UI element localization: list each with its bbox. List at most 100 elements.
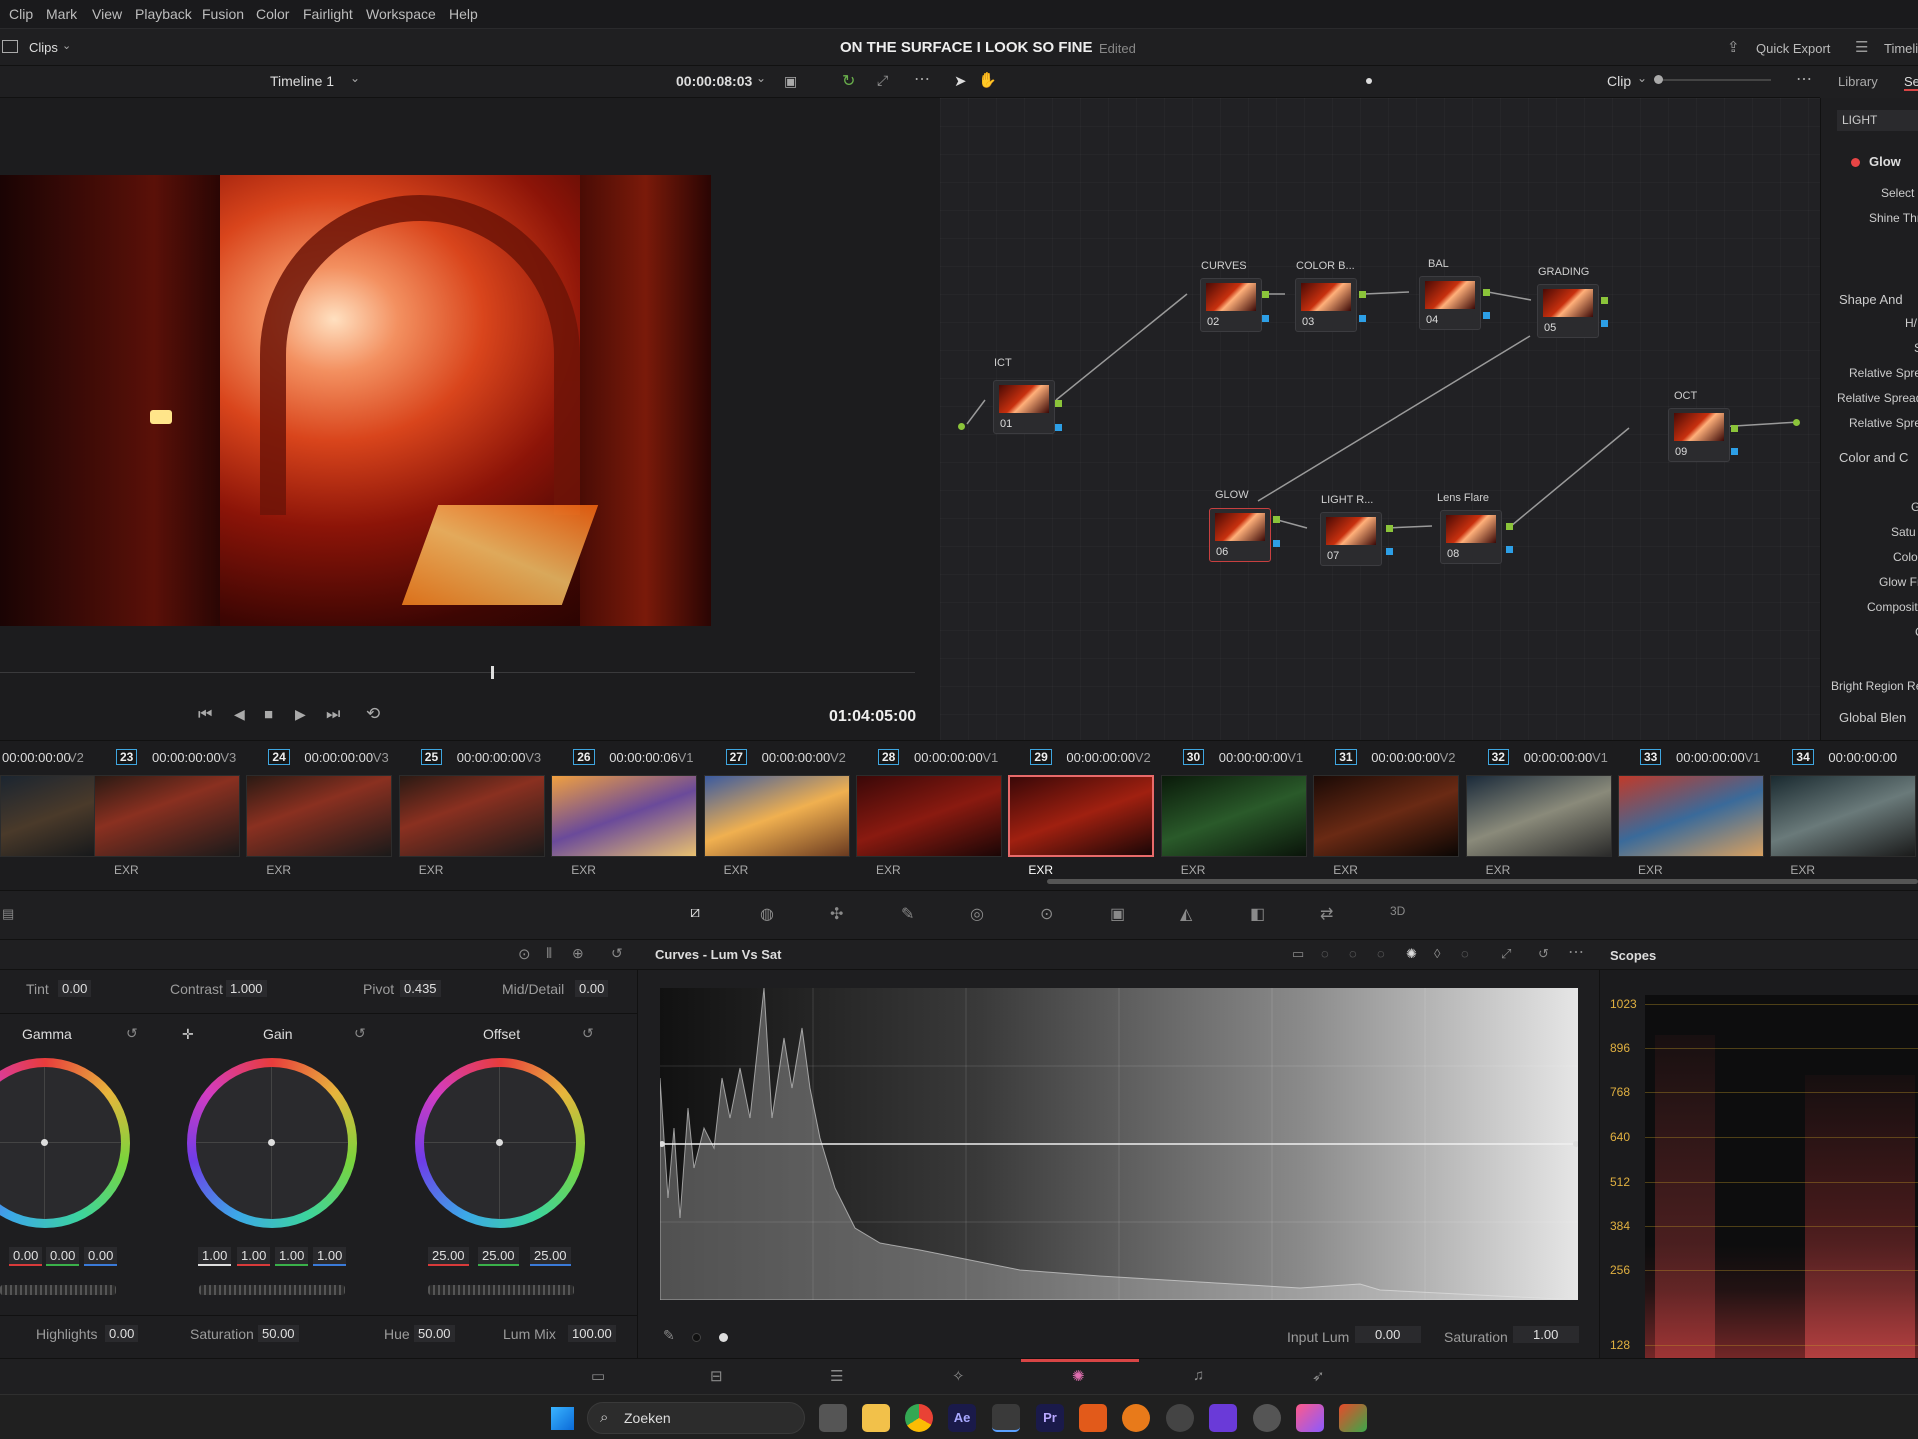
media-page-icon[interactable]: ▭: [591, 1367, 605, 1385]
chevron-down-icon[interactable]: ⌄: [350, 71, 360, 85]
lum-mix-value[interactable]: 100.00: [568, 1325, 616, 1342]
playhead[interactable]: [491, 666, 494, 679]
clip-thumbnail[interactable]: [398, 775, 545, 857]
app-icon[interactable]: [1296, 1404, 1324, 1432]
menu-clip[interactable]: Clip: [9, 6, 33, 22]
node-01[interactable]: ICT 01: [993, 357, 1055, 434]
gain-blue-value[interactable]: 1.00: [313, 1247, 347, 1266]
primaries-wheels-icon[interactable]: ⊙: [518, 945, 531, 963]
node-03[interactable]: COLOR B... 03: [1295, 260, 1357, 332]
app-icon[interactable]: [1253, 1404, 1281, 1432]
stop-icon[interactable]: ■: [264, 706, 273, 723]
node-09[interactable]: OCT 09: [1668, 390, 1730, 462]
clip-thumbnail[interactable]: [551, 775, 698, 857]
eyedropper-icon[interactable]: ✎: [663, 1327, 675, 1344]
menu-fusion[interactable]: Fusion: [202, 6, 244, 22]
white-point-icon[interactable]: [719, 1333, 728, 1342]
hue-vs-hue-icon[interactable]: ◌: [1321, 946, 1329, 961]
app-icon[interactable]: [1166, 1404, 1194, 1432]
file-explorer-icon[interactable]: [862, 1404, 890, 1432]
thumbnail-scrollbar[interactable]: [1047, 879, 1918, 884]
menu-mark[interactable]: Mark: [46, 6, 77, 22]
clips-dropdown[interactable]: Clips: [29, 40, 58, 55]
gain-reset-icon[interactable]: ↺: [354, 1025, 366, 1042]
primaries-bars-icon[interactable]: ⦀: [546, 945, 552, 962]
menu-view[interactable]: View: [92, 6, 122, 22]
3d-icon[interactable]: 3D: [1390, 904, 1405, 918]
clip-thumbnail[interactable]: [856, 775, 1002, 857]
clip-thumbnail[interactable]: [1618, 775, 1764, 857]
timeline-icon[interactable]: ☰: [1855, 38, 1868, 56]
eyedropper-icon[interactable]: ✎: [901, 904, 914, 924]
lum-vs-sat-icon[interactable]: ✺: [1406, 946, 1417, 962]
reset-icon[interactable]: ↺: [611, 945, 623, 962]
skip-to-start-icon[interactable]: ⏮: [198, 706, 212, 724]
export-icon[interactable]: ⇪: [1727, 38, 1740, 56]
clip-thumbnail[interactable]: [703, 775, 850, 857]
clip-thumbnail[interactable]: [246, 775, 393, 857]
sat-vs-sat-icon[interactable]: ◊: [1434, 946, 1440, 961]
gain-red-value[interactable]: 1.00: [237, 1247, 271, 1266]
after-effects-icon[interactable]: Ae: [948, 1404, 976, 1432]
saturation-value[interactable]: 50.00: [258, 1325, 299, 1342]
chevron-down-icon[interactable]: ⌄: [756, 71, 766, 85]
menu-playback[interactable]: Playback: [135, 6, 192, 22]
menu-color[interactable]: Color: [256, 6, 289, 22]
gain-master-wheel[interactable]: [199, 1285, 345, 1295]
offset-wheel[interactable]: [415, 1058, 585, 1228]
node-mode-dropdown[interactable]: Clip: [1607, 73, 1631, 89]
fx-enable-toggle[interactable]: [1851, 158, 1860, 167]
fusion-page-icon[interactable]: ✧: [952, 1367, 965, 1385]
expand-icon[interactable]: ⤢: [1501, 946, 1511, 962]
fullscreen-icon[interactable]: ⤢: [877, 72, 888, 89]
contrast-value[interactable]: 1.000: [226, 980, 267, 997]
curves-graph[interactable]: [660, 988, 1578, 1300]
offset-green-value[interactable]: 25.00: [478, 1247, 519, 1266]
zoom-slider[interactable]: [1656, 79, 1771, 81]
bypass-icon[interactable]: ↻: [842, 71, 855, 91]
more-options-icon[interactable]: ⋯: [1796, 69, 1812, 89]
hand-tool-icon[interactable]: ✋: [978, 71, 997, 89]
gamma-wheel[interactable]: [0, 1058, 130, 1228]
gamma-master-wheel[interactable]: [0, 1285, 116, 1295]
curves-reset-icon[interactable]: ↺: [1538, 946, 1549, 962]
offset-blue-value[interactable]: 25.00: [530, 1247, 571, 1266]
windows-start-icon[interactable]: [551, 1407, 574, 1430]
menu-help[interactable]: Help: [449, 6, 478, 22]
gain-green-value[interactable]: 1.00: [275, 1247, 309, 1266]
node-05[interactable]: GRADING 05: [1537, 266, 1599, 338]
chrome-icon[interactable]: [905, 1404, 933, 1432]
section-global-blend[interactable]: Global Blen: [1839, 710, 1906, 725]
sizing-icon[interactable]: ⇄: [1320, 904, 1333, 924]
gamma-red-value[interactable]: 0.00: [9, 1247, 43, 1266]
scrubber-track[interactable]: [0, 672, 915, 673]
color-page-icon[interactable]: ✺: [1072, 1367, 1085, 1385]
viewer-timecode[interactable]: 00:00:08:03: [676, 73, 752, 89]
node-06[interactable]: GLOW 06: [1209, 489, 1271, 562]
clip-thumbnail[interactable]: [0, 775, 108, 857]
premiere-pro-icon[interactable]: Pr: [1036, 1404, 1064, 1432]
viewer-mode-icon[interactable]: ▣: [784, 73, 797, 90]
menu-workspace[interactable]: Workspace: [366, 6, 436, 22]
settings-tab[interactable]: Se: [1904, 74, 1918, 91]
chevron-down-icon[interactable]: ⌄: [62, 39, 71, 52]
app-icon[interactable]: [1209, 1404, 1237, 1432]
houdini-icon[interactable]: [1079, 1404, 1107, 1432]
node-02[interactable]: CURVES 02: [1200, 260, 1262, 332]
node-07[interactable]: LIGHT R... 07: [1320, 494, 1382, 566]
gamma-blue-value[interactable]: 0.00: [84, 1247, 118, 1266]
window-icon[interactable]: ◎: [970, 904, 984, 924]
clip-thumbnail[interactable]: [1313, 775, 1460, 857]
timeline-name[interactable]: Timeline 1: [270, 73, 334, 89]
log-wheels-icon[interactable]: ⊕: [572, 945, 584, 962]
key-icon[interactable]: ◧: [1250, 904, 1265, 924]
blur-icon[interactable]: ◭: [1180, 904, 1192, 924]
sat-vs-lum-icon[interactable]: ◌: [1461, 946, 1469, 961]
fairlight-page-icon[interactable]: ♫: [1193, 1367, 1204, 1384]
color-warper-icon[interactable]: ◍: [760, 904, 774, 924]
gamma-green-value[interactable]: 0.00: [46, 1247, 80, 1266]
chevron-down-icon[interactable]: ⌄: [1637, 71, 1647, 85]
davinci-resolve-icon[interactable]: [992, 1404, 1020, 1432]
tint-value[interactable]: 0.00: [58, 980, 92, 997]
library-tab[interactable]: Library: [1838, 74, 1878, 89]
